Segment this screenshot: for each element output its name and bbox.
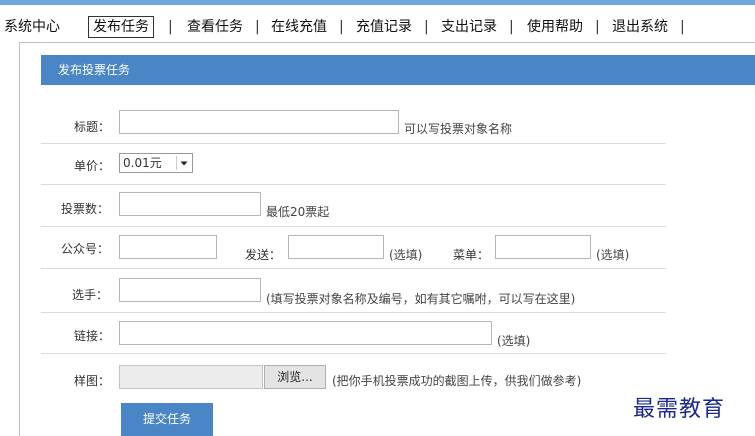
- top-nav: 系统中心 发布任务 | 查看任务 | 在线充值 | 充值记录 | 支出记录 | …: [0, 14, 755, 40]
- row-divider: [41, 312, 666, 313]
- menu-label: 菜单：: [453, 248, 490, 262]
- top-strip: [0, 0, 755, 5]
- menu-hint: (选填): [596, 248, 630, 262]
- nav-separator: |: [339, 19, 344, 35]
- link-label: 链接：: [74, 329, 111, 343]
- nav-item-help[interactable]: 使用帮助: [527, 14, 583, 40]
- watermark-text: 最需教育: [633, 397, 726, 422]
- price-select[interactable]: 0.01元: [119, 153, 193, 173]
- browse-button[interactable]: 浏览...: [264, 365, 326, 389]
- nav-separator: |: [255, 19, 260, 35]
- price-label: 单价：: [74, 159, 111, 173]
- nav-separator: |: [424, 19, 429, 35]
- nav-item-logout[interactable]: 退出系统: [612, 14, 668, 40]
- chevron-down-icon: [176, 156, 190, 170]
- nav-separator: |: [168, 19, 173, 35]
- panel-title: 发布投票任务: [41, 55, 755, 85]
- votes-label: 投票数：: [61, 202, 110, 216]
- nav-item-recharge-records[interactable]: 充值记录: [356, 14, 412, 40]
- sample-file-path: [119, 365, 263, 389]
- nav-separator: |: [680, 19, 685, 35]
- submit-task-button[interactable]: 提交任务: [121, 403, 213, 436]
- send-input[interactable]: [288, 235, 384, 259]
- nav-separator: |: [595, 19, 600, 35]
- sample-hint: (把你手机投票成功的截图上传，供我们做参考): [332, 374, 582, 388]
- send-hint: (选填): [389, 248, 423, 262]
- title-hint: 可以写投票对象名称: [404, 122, 513, 136]
- votes-hint: 最低20票起: [266, 205, 330, 219]
- sample-label: 样图：: [74, 374, 111, 388]
- menu-input[interactable]: [495, 235, 591, 259]
- row-divider: [41, 353, 666, 354]
- row-divider: [41, 143, 666, 144]
- player-hint: (填写投票对象名称及编号，如有其它嘱咐，可以写在这里): [266, 292, 576, 306]
- row-divider: [41, 226, 666, 227]
- nav-separator: |: [509, 19, 514, 35]
- nav-item-online-recharge[interactable]: 在线充值: [271, 14, 327, 40]
- nav-item-publish-task[interactable]: 发布任务: [88, 16, 154, 38]
- price-select-value: 0.01元: [123, 156, 162, 170]
- link-hint: (选填): [497, 334, 531, 348]
- nav-item-view-tasks[interactable]: 查看任务: [187, 14, 243, 40]
- title-input[interactable]: [119, 110, 399, 134]
- votes-input[interactable]: [119, 192, 261, 216]
- player-label: 选手：: [72, 288, 109, 302]
- row-divider: [41, 268, 666, 269]
- send-label: 发送：: [245, 248, 282, 262]
- link-input[interactable]: [119, 321, 492, 345]
- account-label: 公众号：: [61, 242, 110, 256]
- nav-item-expense-records[interactable]: 支出记录: [441, 14, 497, 40]
- row-divider: [41, 184, 666, 185]
- nav-item-system-center[interactable]: 系统中心: [4, 14, 60, 40]
- account-input[interactable]: [119, 235, 217, 259]
- title-label: 标题：: [74, 120, 111, 134]
- player-input[interactable]: [119, 278, 261, 302]
